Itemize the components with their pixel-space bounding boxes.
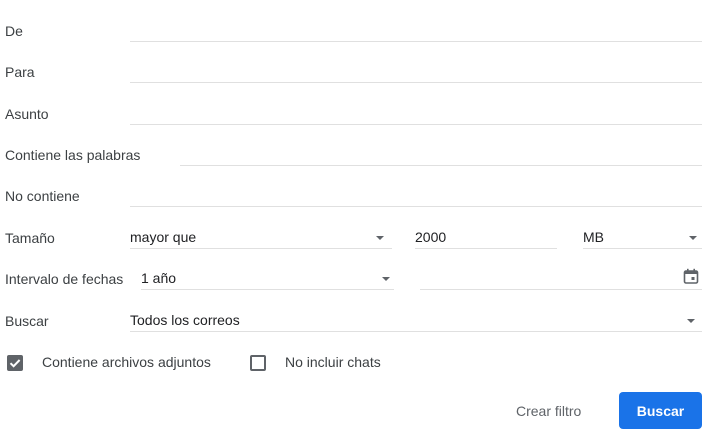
has-words-label: Contiene las palabras (5, 147, 141, 163)
size-amount-input[interactable]: 2000 (415, 224, 557, 249)
size-unit-select[interactable]: MB (583, 224, 702, 249)
doesnt-have-label: No contiene (5, 188, 80, 204)
exclude-chats-label: No incluir chats (285, 354, 381, 370)
date-within-label: Intervalo de fechas (5, 271, 124, 287)
search-scope-select[interactable]: Todos los correos (130, 307, 702, 332)
exclude-chats-checkbox[interactable] (250, 355, 266, 371)
doesnt-have-input[interactable] (130, 182, 702, 207)
subject-label: Asunto (5, 106, 49, 122)
size-unit-value: MB (583, 229, 604, 245)
calendar-icon[interactable] (683, 268, 699, 284)
dropdown-arrow-icon (382, 277, 390, 281)
check-icon (9, 359, 21, 368)
date-range-select[interactable]: 1 año (141, 265, 394, 290)
search-button[interactable]: Buscar (619, 392, 702, 429)
size-operator-select[interactable]: mayor que (130, 224, 392, 249)
has-attachment-checkbox[interactable] (7, 355, 23, 371)
date-range-value: 1 año (141, 270, 177, 286)
size-label: Tamaño (5, 230, 55, 246)
subject-input[interactable] (130, 100, 702, 125)
size-operator-value: mayor que (130, 229, 197, 245)
search-scope-label: Buscar (5, 313, 49, 329)
dropdown-arrow-icon (687, 319, 695, 323)
dropdown-arrow-icon (376, 236, 384, 240)
has-words-input[interactable] (180, 141, 702, 166)
has-attachment-label: Contiene archivos adjuntos (42, 354, 211, 370)
dropdown-arrow-icon (689, 236, 697, 240)
from-input[interactable] (130, 17, 702, 42)
search-scope-value: Todos los correos (130, 312, 240, 328)
to-label: Para (5, 64, 35, 80)
to-input[interactable] (130, 58, 702, 83)
size-amount-value: 2000 (415, 229, 447, 245)
create-filter-button[interactable]: Crear filtro (516, 403, 581, 419)
date-input[interactable] (420, 265, 702, 290)
from-label: De (5, 23, 23, 39)
